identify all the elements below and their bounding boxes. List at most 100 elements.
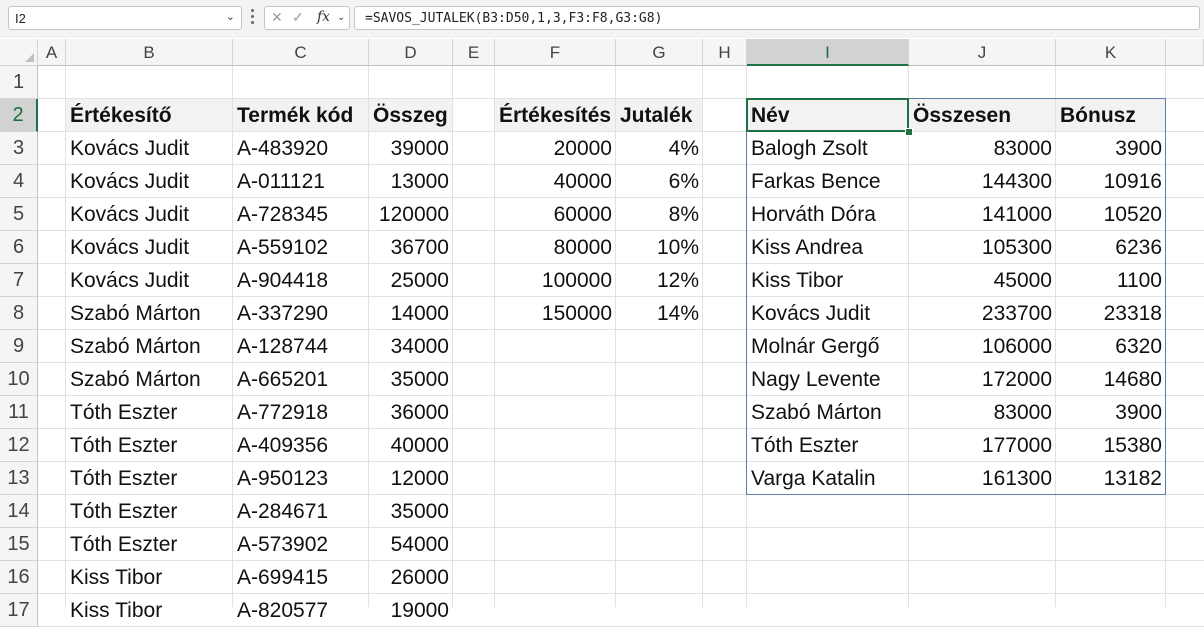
fill-handle[interactable] bbox=[905, 128, 913, 136]
column-header-j[interactable]: J bbox=[909, 39, 1056, 66]
column-header-i[interactable]: I bbox=[747, 39, 909, 66]
sales-name-cell[interactable]: Kovács Judit bbox=[66, 264, 233, 297]
sales-amount-cell[interactable]: 36000 bbox=[369, 396, 453, 429]
column-header-d[interactable]: D bbox=[369, 39, 453, 66]
column-header-f[interactable]: F bbox=[495, 39, 616, 66]
row-header-1[interactable]: 1 bbox=[0, 66, 38, 99]
cancel-icon[interactable]: ✕ bbox=[271, 9, 283, 26]
sales-amount-cell[interactable]: 14000 bbox=[369, 297, 453, 330]
select-all-corner[interactable] bbox=[0, 39, 38, 66]
sales-code-cell[interactable]: A-728345 bbox=[233, 198, 369, 231]
sales-name-cell[interactable]: Tóth Eszter bbox=[66, 495, 233, 528]
name-box[interactable]: I2 ⌄ bbox=[8, 6, 242, 30]
tier-rate-cell[interactable]: 6% bbox=[616, 165, 703, 198]
sales-name-cell[interactable]: Tóth Eszter bbox=[66, 528, 233, 561]
sales-header-cell[interactable]: Termék kód bbox=[233, 99, 369, 132]
sales-code-cell[interactable]: A-011121 bbox=[233, 165, 369, 198]
tier-header-cell[interactable]: Jutalék bbox=[616, 99, 703, 132]
sales-code-cell[interactable]: A-950123 bbox=[233, 462, 369, 495]
active-cell-selection[interactable] bbox=[746, 98, 909, 132]
column-header-k[interactable]: K bbox=[1056, 39, 1166, 66]
tier-rate-cell[interactable]: 8% bbox=[616, 198, 703, 231]
sales-code-cell[interactable]: A-409356 bbox=[233, 429, 369, 462]
tier-rate-cell[interactable]: 12% bbox=[616, 264, 703, 297]
sales-code-cell[interactable]: A-665201 bbox=[233, 363, 369, 396]
sales-code-cell[interactable]: A-573902 bbox=[233, 528, 369, 561]
sales-amount-cell[interactable]: 13000 bbox=[369, 165, 453, 198]
tier-rate-cell[interactable]: 4% bbox=[616, 132, 703, 165]
sales-name-cell[interactable]: Tóth Eszter bbox=[66, 462, 233, 495]
formula-input[interactable]: =SAVOS_JUTALEK(B3:D50,1,3,F3:F8,G3:G8) bbox=[354, 6, 1200, 30]
sales-amount-cell[interactable]: 35000 bbox=[369, 363, 453, 396]
sales-code-cell[interactable]: A-772918 bbox=[233, 396, 369, 429]
sales-header-cell[interactable]: Összeg bbox=[369, 99, 453, 132]
row-header-16[interactable]: 16 bbox=[0, 561, 38, 594]
sales-code-cell[interactable]: A-904418 bbox=[233, 264, 369, 297]
tier-rate-cell[interactable]: 10% bbox=[616, 231, 703, 264]
row-header-2[interactable]: 2 bbox=[0, 99, 38, 132]
sales-code-cell[interactable]: A-820577 bbox=[233, 594, 369, 627]
tier-header-cell[interactable]: Értékesítés bbox=[495, 99, 616, 132]
tier-threshold-cell[interactable]: 60000 bbox=[495, 198, 616, 231]
tier-threshold-cell[interactable]: 40000 bbox=[495, 165, 616, 198]
sales-name-cell[interactable]: Kiss Tibor bbox=[66, 594, 233, 627]
sales-name-cell[interactable]: Szabó Márton bbox=[66, 363, 233, 396]
row-header-14[interactable]: 14 bbox=[0, 495, 38, 528]
sales-code-cell[interactable]: A-559102 bbox=[233, 231, 369, 264]
row-header-7[interactable]: 7 bbox=[0, 264, 38, 297]
sales-name-cell[interactable]: Szabó Márton bbox=[66, 297, 233, 330]
sales-code-cell[interactable]: A-699415 bbox=[233, 561, 369, 594]
more-options-icon[interactable] bbox=[251, 9, 255, 27]
sales-amount-cell[interactable]: 40000 bbox=[369, 429, 453, 462]
row-header-12[interactable]: 12 bbox=[0, 429, 38, 462]
insert-function-icon[interactable]: fx bbox=[317, 9, 330, 25]
sales-amount-cell[interactable]: 35000 bbox=[369, 495, 453, 528]
column-header-h[interactable]: H bbox=[703, 39, 747, 66]
row-header-10[interactable]: 10 bbox=[0, 363, 38, 396]
tier-threshold-cell[interactable]: 80000 bbox=[495, 231, 616, 264]
column-header-a[interactable]: A bbox=[38, 39, 66, 66]
sales-amount-cell[interactable]: 19000 bbox=[369, 594, 453, 627]
sales-name-cell[interactable]: Kiss Tibor bbox=[66, 561, 233, 594]
row-header-5[interactable]: 5 bbox=[0, 198, 38, 231]
row-header-15[interactable]: 15 bbox=[0, 528, 38, 561]
tier-threshold-cell[interactable]: 20000 bbox=[495, 132, 616, 165]
sales-name-cell[interactable]: Tóth Eszter bbox=[66, 429, 233, 462]
column-header-e[interactable]: E bbox=[453, 39, 495, 66]
chevron-down-icon[interactable]: ⌄ bbox=[226, 10, 235, 23]
sales-amount-cell[interactable]: 39000 bbox=[369, 132, 453, 165]
sales-name-cell[interactable]: Kovács Judit bbox=[66, 132, 233, 165]
row-header-4[interactable]: 4 bbox=[0, 165, 38, 198]
sales-amount-cell[interactable]: 26000 bbox=[369, 561, 453, 594]
column-header-b[interactable]: B bbox=[66, 39, 233, 66]
sales-code-cell[interactable]: A-284671 bbox=[233, 495, 369, 528]
tier-rate-cell[interactable]: 14% bbox=[616, 297, 703, 330]
sales-name-cell[interactable]: Kovács Judit bbox=[66, 231, 233, 264]
confirm-icon[interactable]: ✓ bbox=[292, 9, 304, 26]
sales-code-cell[interactable]: A-337290 bbox=[233, 297, 369, 330]
sales-code-cell[interactable]: A-483920 bbox=[233, 132, 369, 165]
worksheet-grid[interactable]: A B C D E F G H I J K 1 2 3 4 5 6 7 8 9 10 11 12 13 14 15 16 17 Érté… bbox=[0, 39, 1204, 627]
row-header-9[interactable]: 9 bbox=[0, 330, 38, 363]
sales-amount-cell[interactable]: 54000 bbox=[369, 528, 453, 561]
sales-name-cell[interactable]: Szabó Márton bbox=[66, 330, 233, 363]
sales-name-cell[interactable]: Kovács Judit bbox=[66, 165, 233, 198]
tier-threshold-cell[interactable]: 150000 bbox=[495, 297, 616, 330]
row-header-6[interactable]: 6 bbox=[0, 231, 38, 264]
row-header-17[interactable]: 17 bbox=[0, 594, 38, 627]
column-header-g[interactable]: G bbox=[616, 39, 703, 66]
chevron-down-icon[interactable]: ⌄ bbox=[337, 12, 345, 23]
sales-name-cell[interactable]: Tóth Eszter bbox=[66, 396, 233, 429]
row-header-8[interactable]: 8 bbox=[0, 297, 38, 330]
sales-amount-cell[interactable]: 12000 bbox=[369, 462, 453, 495]
sales-header-cell[interactable]: Értékesítő bbox=[66, 99, 233, 132]
sales-amount-cell[interactable]: 120000 bbox=[369, 198, 453, 231]
row-header-3[interactable]: 3 bbox=[0, 132, 38, 165]
tier-threshold-cell[interactable]: 100000 bbox=[495, 264, 616, 297]
sales-amount-cell[interactable]: 25000 bbox=[369, 264, 453, 297]
sales-code-cell[interactable]: A-128744 bbox=[233, 330, 369, 363]
column-header-c[interactable]: C bbox=[233, 39, 369, 66]
row-header-11[interactable]: 11 bbox=[0, 396, 38, 429]
sales-amount-cell[interactable]: 34000 bbox=[369, 330, 453, 363]
sales-amount-cell[interactable]: 36700 bbox=[369, 231, 453, 264]
